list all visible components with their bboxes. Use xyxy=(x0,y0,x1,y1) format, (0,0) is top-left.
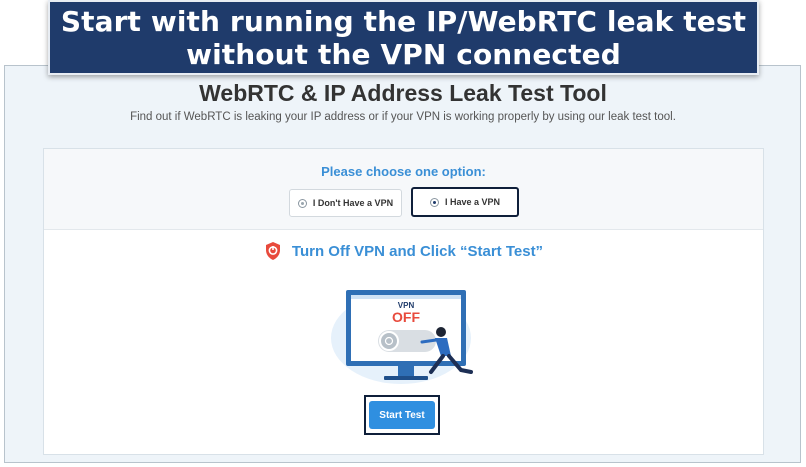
instruction-text: Turn Off VPN and Click “Start Test” xyxy=(291,242,544,260)
radio-unselected-icon xyxy=(297,198,307,208)
start-test-button[interactable]: Start Test xyxy=(369,401,435,429)
start-test-highlight: Start Test xyxy=(364,395,440,435)
leak-test-card: Please choose one option: I Don't Have a… xyxy=(43,148,764,455)
instruction-row: Turn Off VPN and Click “Start Test” xyxy=(44,241,763,261)
caption-line-2: without the VPN connected xyxy=(186,37,621,71)
radio-selected-icon xyxy=(429,197,439,207)
option-have-vpn-label: I Have a VPN xyxy=(444,197,501,207)
monitor-neck xyxy=(398,366,414,376)
page-title: WebRTC & IP Address Leak Test Tool xyxy=(199,80,607,106)
caption-banner: Start with running the IP/WebRTC leak te… xyxy=(48,0,759,75)
option-have-vpn-button[interactable]: I Have a VPN xyxy=(411,187,519,217)
caption-line-1: Start with running the IP/WebRTC leak te… xyxy=(60,4,747,38)
option-no-vpn-label: I Don't Have a VPN xyxy=(312,198,394,208)
page-subtitle: Find out if WebRTC is leaking your IP ad… xyxy=(130,111,676,123)
vpn-off-illustration: VPN OFF xyxy=(331,290,473,384)
option-no-vpn-button[interactable]: I Don't Have a VPN xyxy=(289,189,402,217)
toggle-knob xyxy=(379,331,399,351)
monitor-base xyxy=(384,376,428,380)
screen-off-text: OFF xyxy=(392,309,420,325)
option-prompt: Please choose one option: xyxy=(321,164,486,179)
shield-icon xyxy=(265,242,280,260)
option-header: Please choose one option: I Don't Have a… xyxy=(44,149,763,230)
